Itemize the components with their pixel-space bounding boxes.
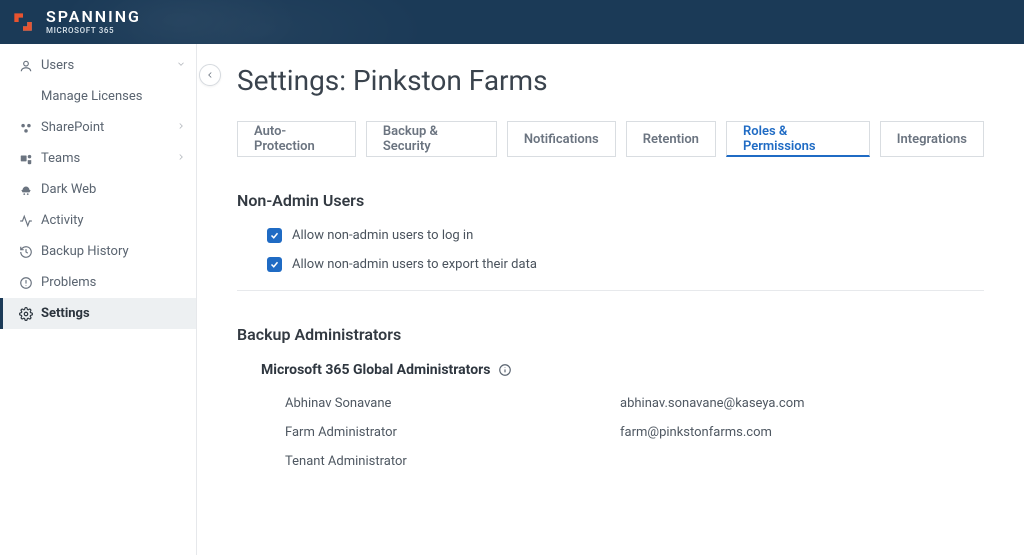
- sidebar-item-sharepoint[interactable]: SharePoint: [0, 112, 196, 143]
- tab-notifications[interactable]: Notifications: [507, 121, 616, 157]
- admin-row: Farm Administrator farm@pinkstonfarms.co…: [285, 425, 984, 440]
- check-icon: [270, 260, 279, 269]
- settings-tabs: Auto-Protection Backup & Security Notifi…: [237, 121, 984, 157]
- chevron-down-icon: [176, 58, 186, 73]
- brand-name: SPANNING: [46, 9, 141, 25]
- sidebar-item-users[interactable]: Users: [0, 50, 196, 81]
- top-bar: SPANNING MICROSOFT 365: [0, 0, 1024, 44]
- sharepoint-icon: [19, 119, 41, 137]
- chevron-left-icon: [205, 70, 215, 80]
- dark-web-icon: [19, 181, 41, 199]
- chevron-right-icon: [176, 151, 186, 166]
- chevron-right-icon: [176, 120, 186, 135]
- activity-icon: [19, 212, 41, 230]
- main-area: Settings: Pinkston Farms Auto-Protection…: [197, 44, 1024, 555]
- gear-icon: [19, 305, 41, 323]
- sidebar-item-dark-web[interactable]: Dark Web: [0, 174, 196, 205]
- tab-integrations[interactable]: Integrations: [880, 121, 984, 157]
- checkbox-allow-login-row[interactable]: Allow non-admin users to log in: [267, 228, 984, 243]
- checkbox-allow-export-row[interactable]: Allow non-admin users to export their da…: [267, 257, 984, 272]
- sidebar-item-label: Dark Web: [41, 182, 96, 197]
- admin-email: farm@pinkstonfarms.com: [620, 425, 984, 440]
- sidebar-item-problems[interactable]: Problems: [0, 267, 196, 298]
- sidebar-item-teams[interactable]: Teams: [0, 143, 196, 174]
- section-non-admin-users-title: Non-Admin Users: [237, 191, 984, 210]
- check-icon: [270, 231, 279, 240]
- history-icon: [19, 243, 41, 261]
- section-divider: [237, 290, 984, 291]
- tab-roles-permissions[interactable]: Roles & Permissions: [726, 121, 870, 157]
- global-admins-subheading: Microsoft 365 Global Administrators: [261, 362, 984, 378]
- sidebar-item-backup-history[interactable]: Backup History: [0, 236, 196, 267]
- sidebar-item-label: Manage Licenses: [41, 89, 142, 104]
- admin-row: Abhinav Sonavane abhinav.sonavane@kaseya…: [285, 396, 984, 411]
- admin-name: Abhinav Sonavane: [285, 396, 620, 411]
- checkbox-allow-login[interactable]: [267, 228, 282, 243]
- sidebar-item-label: Problems: [41, 275, 96, 290]
- problems-icon: [19, 274, 41, 292]
- sidebar-item-label: Activity: [41, 213, 84, 228]
- admin-row: Tenant Administrator: [285, 454, 984, 469]
- checkbox-allow-login-label: Allow non-admin users to log in: [292, 228, 473, 243]
- sidebar: Users Manage Licenses SharePoint Teams: [0, 44, 197, 555]
- sidebar-item-activity[interactable]: Activity: [0, 205, 196, 236]
- sidebar-item-label: Backup History: [41, 244, 129, 259]
- sidebar-item-label: Users: [41, 58, 74, 73]
- page-title: Settings: Pinkston Farms: [237, 64, 984, 97]
- section-backup-admins-title: Backup Administrators: [237, 325, 984, 344]
- sidebar-item-label: Settings: [41, 306, 90, 321]
- user-icon: [19, 57, 41, 75]
- brand-text: SPANNING MICROSOFT 365: [46, 9, 141, 35]
- sidebar-item-label: Teams: [41, 151, 80, 166]
- teams-icon: [19, 150, 41, 168]
- admin-name: Tenant Administrator: [285, 454, 620, 469]
- admin-email: abhinav.sonavane@kaseya.com: [620, 396, 984, 411]
- tab-backup-security[interactable]: Backup & Security: [366, 121, 497, 157]
- brand-subtitle: MICROSOFT 365: [46, 27, 141, 35]
- checkbox-allow-export[interactable]: [267, 257, 282, 272]
- tab-auto-protection[interactable]: Auto-Protection: [237, 121, 356, 157]
- brand-logo-icon: [10, 9, 36, 35]
- admin-name: Farm Administrator: [285, 425, 620, 440]
- sidebar-item-settings[interactable]: Settings: [0, 298, 196, 329]
- info-icon[interactable]: [498, 363, 512, 377]
- collapse-sidebar-button[interactable]: [199, 64, 221, 86]
- sidebar-item-label: SharePoint: [41, 120, 104, 135]
- tab-retention[interactable]: Retention: [626, 121, 716, 157]
- admin-email: [620, 454, 984, 469]
- checkbox-allow-export-label: Allow non-admin users to export their da…: [292, 257, 537, 272]
- sidebar-item-manage-licenses[interactable]: Manage Licenses: [0, 81, 196, 112]
